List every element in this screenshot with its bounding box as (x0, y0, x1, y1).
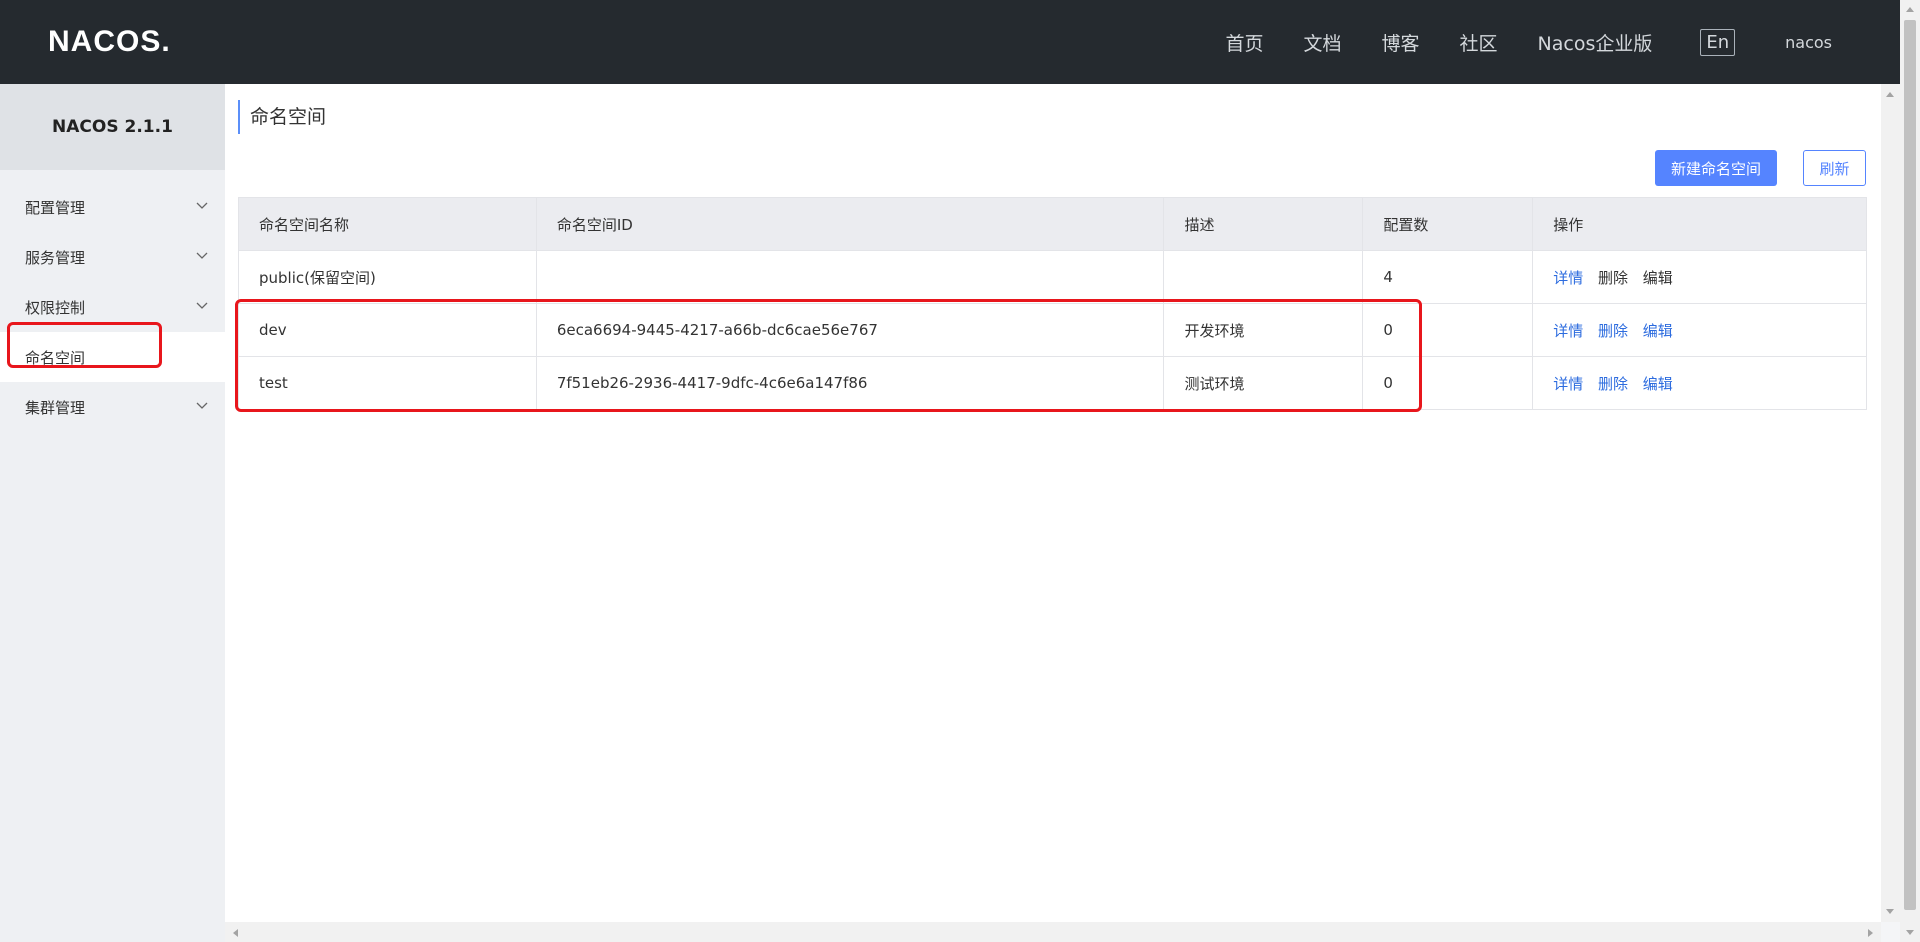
edit-link[interactable]: 编辑 (1643, 269, 1673, 287)
top-nav: 首页 文档 博客 社区 Nacos企业版 En nacos (1185, 24, 1832, 60)
cell-ops: 详情 删除 编辑 (1532, 250, 1867, 304)
nav-docs[interactable]: 文档 (1303, 29, 1341, 56)
delete-link[interactable]: 删除 (1598, 269, 1628, 287)
sidebar-item-label: 服务管理 (25, 248, 86, 267)
user-menu[interactable]: nacos (1785, 33, 1832, 52)
sidebar-item-cluster[interactable]: 集群管理 (0, 382, 225, 432)
page-title: 命名空间 (238, 100, 326, 134)
cell-id (535, 250, 1165, 304)
refresh-button[interactable]: 刷新 (1803, 150, 1866, 186)
highlight-box-table (235, 299, 1422, 412)
highlight-box-sidebar (7, 322, 162, 368)
main-vertical-scrollbar[interactable] (1881, 84, 1900, 922)
top-header: NACOS. 首页 文档 博客 社区 Nacos企业版 En nacos (0, 0, 1900, 84)
sidebar-item-label: 配置管理 (25, 198, 86, 217)
sidebar: NACOS 2.1.1 配置管理 服务管理 权限控制 命名空间 集群管理 (0, 84, 225, 942)
sidebar-item-config[interactable]: 配置管理 (0, 182, 225, 232)
edit-link[interactable]: 编辑 (1643, 375, 1673, 393)
sidebar-item-service[interactable]: 服务管理 (0, 232, 225, 282)
scroll-left-icon[interactable] (231, 928, 239, 938)
cell-ops: 详情 删除 编辑 (1532, 303, 1867, 357)
scroll-right-icon[interactable] (1867, 928, 1875, 938)
nav-blog[interactable]: 博客 (1381, 29, 1419, 56)
cell-ops: 详情 删除 编辑 (1532, 356, 1867, 410)
scroll-down-icon[interactable] (1905, 929, 1915, 937)
detail-link[interactable]: 详情 (1553, 269, 1583, 287)
new-namespace-button[interactable]: 新建命名空间 (1655, 150, 1777, 186)
nav-enterprise[interactable]: Nacos企业版 (1538, 29, 1653, 56)
chevron-down-icon (196, 202, 208, 209)
scroll-up-icon[interactable] (1885, 90, 1895, 98)
nav-community[interactable]: 社区 (1460, 29, 1498, 56)
column-header-id: 命名空间ID (535, 197, 1165, 251)
detail-link[interactable]: 详情 (1553, 375, 1583, 393)
cell-count: 4 (1362, 250, 1534, 304)
column-header-name: 命名空间名称 (238, 197, 537, 251)
chevron-down-icon (196, 252, 208, 259)
table-row: public(保留空间) 4 详情 删除 编辑 (238, 250, 1867, 304)
sidebar-item-label: 权限控制 (25, 298, 86, 317)
edit-link[interactable]: 编辑 (1643, 322, 1673, 340)
cell-name: public(保留空间) (238, 250, 537, 304)
cell-desc (1163, 250, 1364, 304)
sidebar-version: NACOS 2.1.1 (0, 84, 225, 170)
scroll-up-icon[interactable] (1905, 5, 1915, 13)
column-header-count: 配置数 (1362, 197, 1534, 251)
scroll-down-icon[interactable] (1885, 908, 1895, 916)
sidebar-item-label: 集群管理 (25, 398, 86, 417)
nacos-logo[interactable]: NACOS. (48, 25, 171, 58)
delete-link[interactable]: 删除 (1598, 375, 1628, 393)
chevron-down-icon (196, 302, 208, 309)
nav-home[interactable]: 首页 (1225, 29, 1263, 56)
column-header-desc: 描述 (1163, 197, 1364, 251)
main-content: 命名空间 新建命名空间 刷新 命名空间名称 命名空间ID 描述 配置数 操作 p… (225, 84, 1881, 922)
language-toggle[interactable]: En (1700, 28, 1736, 56)
logo-text: NACOS. (48, 25, 171, 58)
main-horizontal-scrollbar[interactable] (225, 922, 1881, 942)
delete-link[interactable]: 删除 (1598, 322, 1628, 340)
detail-link[interactable]: 详情 (1553, 322, 1583, 340)
chevron-down-icon (196, 402, 208, 409)
page-vertical-scrollbar[interactable] (1900, 0, 1920, 942)
sidebar-menu: 配置管理 服务管理 权限控制 命名空间 集群管理 (0, 170, 225, 432)
column-header-ops: 操作 (1532, 197, 1867, 251)
table-header-row: 命名空间名称 命名空间ID 描述 配置数 操作 (238, 197, 1867, 251)
scrollbar-thumb[interactable] (1904, 20, 1916, 910)
